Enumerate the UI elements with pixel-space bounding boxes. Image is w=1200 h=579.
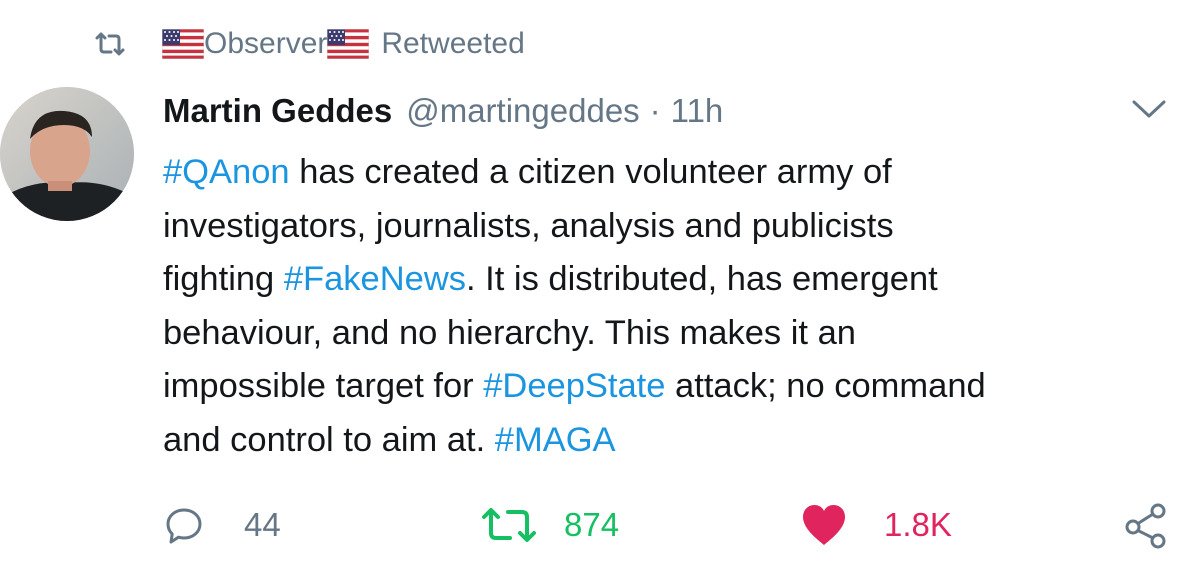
tweet-text-segment: . It is distributed, has emergent — [466, 260, 938, 298]
retweet-count: 874 — [564, 506, 620, 543]
tweet-text-line: and control to aim at. #MAGA — [163, 414, 1183, 468]
chevron-down-icon[interactable] — [1128, 94, 1170, 124]
hashtag-link[interactable]: #MAGA — [495, 421, 616, 459]
separator-dot: · — [649, 92, 661, 129]
tweet-text-line: behaviour, and no hierarchy. This makes … — [163, 307, 1183, 361]
us-flag-icon — [161, 28, 205, 60]
author-name[interactable]: Martin Geddes — [163, 92, 392, 130]
hashtag-link[interactable]: #QAnon — [163, 153, 290, 191]
us-flag-icon — [326, 28, 370, 60]
tweet-text-segment: fighting — [163, 260, 284, 298]
tweet-text-line: #QAnon has created a citizen volunteer a… — [163, 146, 1183, 200]
retweet-context[interactable]: Observer Retweeted — [94, 22, 525, 66]
retweeter-name[interactable]: Observer — [204, 27, 327, 61]
tweet-text-segment: impossible target for — [163, 367, 484, 405]
retweet-icon — [480, 505, 538, 545]
heart-icon — [800, 503, 848, 547]
tweet-text-line: impossible target for #DeepState attack;… — [163, 360, 1183, 414]
reply-icon — [164, 505, 204, 545]
share-button[interactable] — [1122, 500, 1170, 550]
tweet-text-line: investigators, journalists, analysis and… — [163, 200, 1183, 254]
hashtag-link[interactable]: #DeepState — [483, 367, 665, 405]
like-button[interactable]: 1.8K — [800, 500, 952, 550]
hashtag-link[interactable]: #FakeNews — [284, 260, 466, 298]
tweet-text-segment: investigators, journalists, analysis and… — [163, 206, 894, 245]
retweet-icon — [94, 27, 128, 61]
tweet-text-segment: attack; no command — [665, 367, 986, 405]
tweet-text: #QAnon has created a citizen volunteer a… — [163, 146, 1183, 467]
retweet-button[interactable]: 874 — [480, 500, 619, 550]
tweet-text-line: fighting #FakeNews. It is distributed, h… — [163, 253, 1183, 307]
avatar[interactable] — [0, 87, 134, 221]
reply-count: 44 — [244, 506, 281, 543]
tweet-header: Martin Geddes @martingeddes · 11h — [163, 86, 723, 136]
tweet-timestamp[interactable]: 11h — [671, 92, 724, 130]
tweet-actions: 44 874 1.8K — [0, 500, 1200, 550]
retweeted-label: Retweeted — [381, 27, 525, 60]
tweet-text-segment: has created a citizen volunteer army of — [289, 153, 892, 191]
share-icon — [1122, 501, 1170, 549]
tweet-text-segment: and control to aim at. — [163, 420, 495, 459]
like-count: 1.8K — [884, 506, 952, 543]
author-handle[interactable]: @martingeddes — [406, 92, 639, 130]
reply-button[interactable]: 44 — [164, 500, 281, 550]
tweet-text-segment: behaviour, and no hierarchy. This makes … — [163, 313, 856, 352]
